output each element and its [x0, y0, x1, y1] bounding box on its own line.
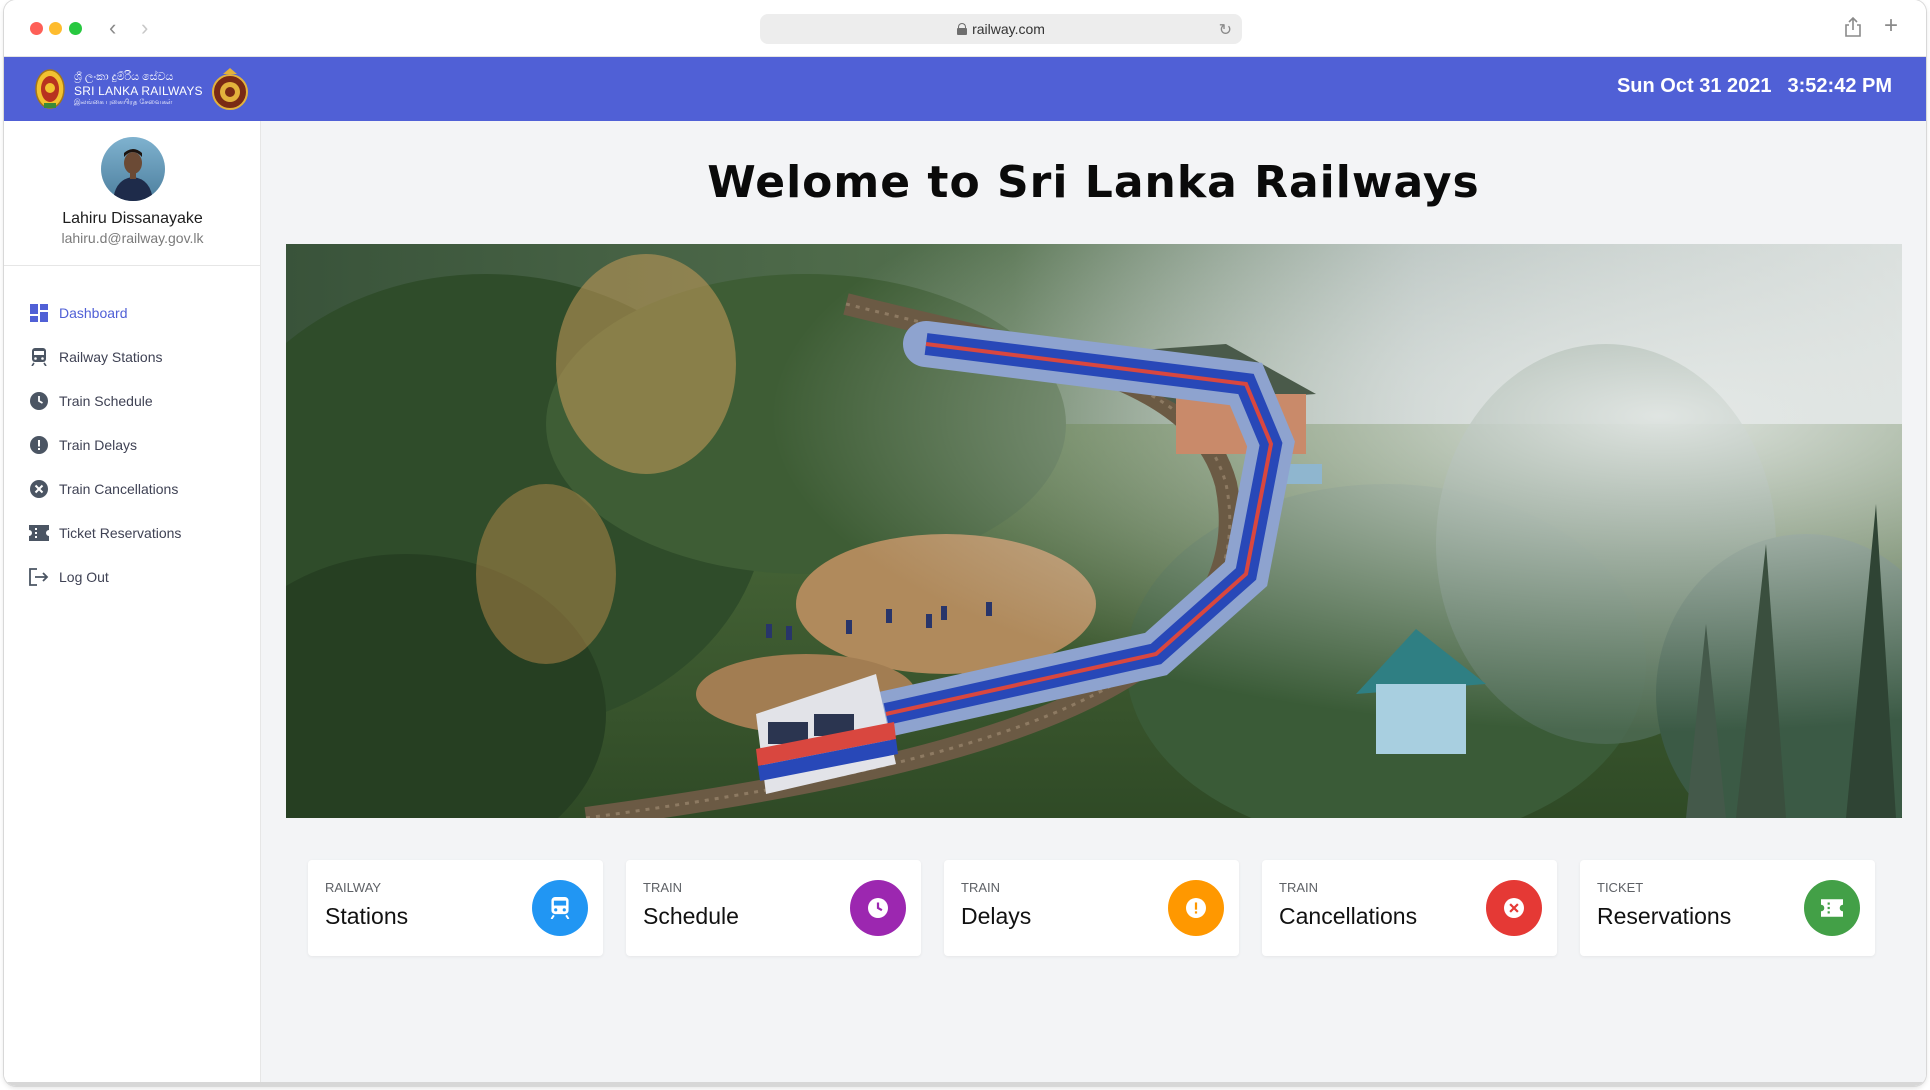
logout-icon [29, 567, 49, 587]
train-icon [532, 880, 588, 936]
url-text: railway.com [972, 21, 1045, 37]
card-caption: RAILWAY [325, 880, 382, 895]
date-time-display: Sun Oct 31 2021 3:52:42 PM [1617, 75, 1892, 98]
app-header: ශ්‍රී ලංකා දුම්රිය සේවය SRI LANKA RAILWA… [4, 57, 1926, 121]
current-date: Sun Oct 31 2021 [1616, 75, 1772, 97]
reload-icon[interactable]: ↻ [1219, 20, 1232, 40]
sidebar-item-label: Ticket Reservations [59, 525, 182, 541]
clock-icon [29, 391, 49, 411]
cancellations-card[interactable]: TRAIN Cancellations [1262, 860, 1557, 956]
close-window-button[interactable] [30, 22, 43, 35]
logo-sinhala-text: ශ්‍රී ලංකා දුම්රිය සේවය [74, 70, 174, 83]
user-name: Lahiru Dissanayake [62, 210, 203, 227]
sidebar-item-train-cancellations[interactable]: Train Cancellations [4, 467, 260, 511]
current-time: 3:52:42 PM [1787, 75, 1893, 97]
card-caption: TRAIN [1279, 880, 1318, 895]
sidebar-item-label: Dashboard [59, 305, 128, 321]
address-bar[interactable]: railway.com ↻ [760, 14, 1242, 44]
window-bottom-edge [4, 1082, 1926, 1086]
hero-train-image [286, 244, 1902, 818]
alert-icon [1168, 880, 1224, 936]
sri-lanka-railways-logo[interactable]: ශ්‍රී ලංකා දුම්රිය සේවය SRI LANKA RAILWA… [34, 63, 249, 115]
sidebar-item-ticket-reservations[interactable]: Ticket Reservations [4, 511, 260, 555]
sidebar-item-label: Train Schedule [59, 393, 153, 409]
sidebar-item-label: Railway Stations [59, 349, 163, 365]
browser-toolbar: ‹ › railway.com ↻ + [4, 0, 1926, 57]
sidebar-item-label: Train Delays [59, 437, 138, 453]
logo-english-text: SRI LANKA RAILWAYS [74, 83, 203, 98]
main-content: Welome to Sri Lanka Railways RAILWAY Sta… [261, 121, 1926, 1086]
browser-window: ‹ › railway.com ↻ + ශ්‍රී ලංකා දුම්රිය ස… [4, 0, 1926, 1086]
cancel-icon [29, 479, 49, 499]
sidebar-item-log-out[interactable]: Log Out [4, 555, 260, 599]
delays-card[interactable]: TRAIN Delays [944, 860, 1239, 956]
national-emblem-icon [35, 69, 65, 109]
schedule-card[interactable]: TRAIN Schedule [626, 860, 921, 956]
card-caption: TRAIN [961, 880, 1000, 895]
sidebar-item-train-delays[interactable]: Train Delays [4, 423, 260, 467]
card-title: Schedule [643, 903, 739, 929]
lock-icon [957, 23, 968, 35]
cancel-icon [1486, 880, 1542, 936]
card-caption: TRAIN [643, 880, 682, 895]
reservations-card[interactable]: TICKET Reservations [1580, 860, 1875, 956]
ticket-icon [1804, 880, 1860, 936]
page-title: Welome to Sri Lanka Railways [707, 157, 1480, 208]
sidebar: Lahiru Dissanayake lahiru.d@railway.gov.… [4, 121, 261, 1086]
user-email: lahiru.d@railway.gov.lk [61, 230, 204, 246]
minimize-window-button[interactable] [49, 22, 62, 35]
sidebar-item-railway-stations[interactable]: Railway Stations [4, 335, 260, 379]
ticket-icon [29, 523, 49, 543]
clock-icon [850, 880, 906, 936]
alert-icon [29, 435, 49, 455]
share-icon[interactable] [1844, 16, 1862, 38]
sidebar-item-dashboard[interactable]: Dashboard [4, 291, 260, 335]
card-title: Cancellations [1279, 903, 1418, 929]
dashboard-icon [29, 303, 49, 323]
sidebar-item-train-schedule[interactable]: Train Schedule [4, 379, 260, 423]
avatar[interactable] [101, 137, 165, 201]
card-caption: TICKET [1597, 880, 1644, 895]
forward-arrow-icon[interactable]: › [141, 16, 148, 40]
logo-tamil-text: இலங்கை புகையிரத சேவைகள் [74, 98, 173, 106]
back-arrow-icon[interactable]: ‹ [109, 16, 116, 40]
maximize-window-button[interactable] [69, 22, 82, 35]
sidebar-menu: Dashboard Railway Stations Train Schedul… [4, 291, 260, 599]
train-icon [29, 347, 49, 367]
card-title: Delays [961, 903, 1032, 929]
sidebar-item-label: Train Cancellations [59, 481, 179, 497]
card-title: Reservations [1597, 903, 1732, 929]
summary-cards: RAILWAY Stations TRAIN Schedule TRAIN De… [308, 860, 1875, 956]
railway-crest-icon [211, 68, 248, 110]
user-profile: Lahiru Dissanayake lahiru.d@railway.gov.… [4, 121, 260, 266]
new-tab-icon[interactable]: + [1884, 14, 1898, 38]
stations-card[interactable]: RAILWAY Stations [308, 860, 603, 956]
sidebar-item-label: Log Out [59, 569, 109, 585]
card-title: Stations [325, 903, 409, 929]
